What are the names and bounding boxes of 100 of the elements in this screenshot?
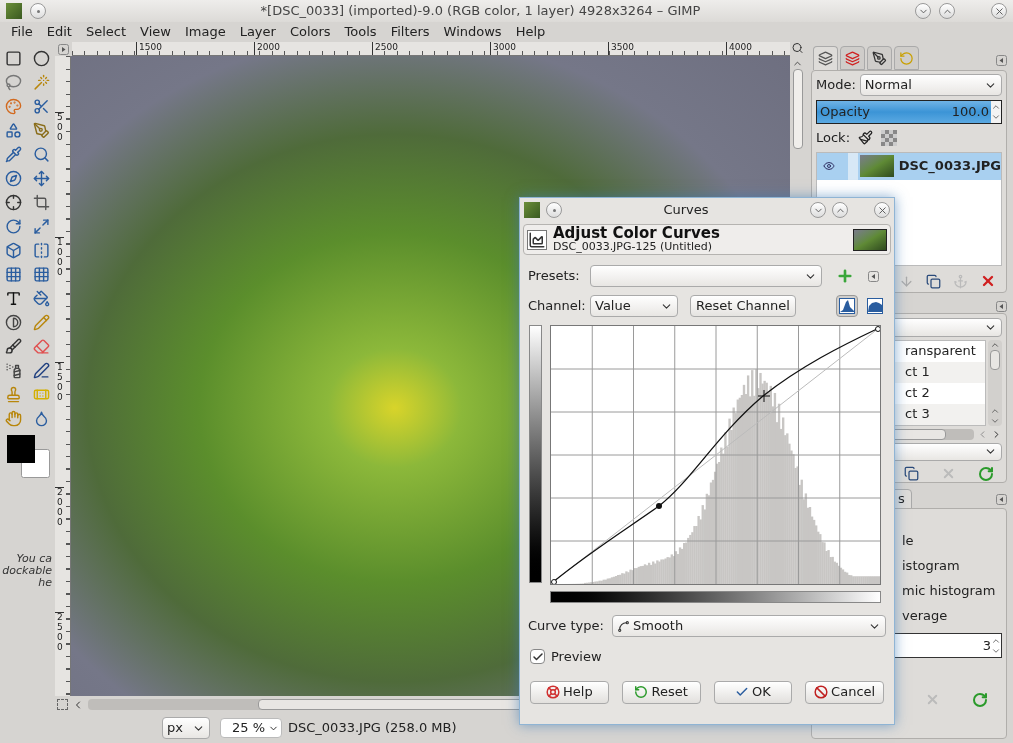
lasso-icon[interactable] (5, 74, 23, 91)
undo-icon (899, 50, 914, 66)
scrollbar-thumb[interactable] (990, 349, 1000, 370)
reset-channel-button[interactable]: Reset Channel (690, 295, 796, 317)
close-button[interactable] (991, 3, 1007, 19)
ruler-label: 3500 (608, 42, 726, 55)
panel-menu-icon[interactable] (996, 494, 1007, 505)
layers-tab[interactable] (813, 46, 838, 70)
decrement-icon[interactable] (991, 112, 1001, 122)
shapes-icon[interactable] (5, 122, 23, 139)
paintbrush-icon[interactable] (858, 130, 874, 146)
circle-select-icon[interactable] (32, 50, 50, 67)
compass-icon[interactable] (5, 170, 23, 187)
option-label: istogram (902, 557, 960, 575)
color-swatches-drawing[interactable] (7, 435, 50, 478)
path-icon (872, 50, 887, 66)
menu-item[interactable]: Colors (289, 22, 331, 42)
hint-text: dockable (2, 565, 52, 577)
refresh-icon[interactable] (978, 466, 994, 482)
channels-tab[interactable] (840, 46, 865, 70)
dialog-heading: Adjust Color Curves (553, 226, 721, 240)
palette-icon[interactable] (5, 98, 23, 115)
box-icon[interactable] (5, 242, 23, 259)
mode-dropdown[interactable]: Normal (859, 74, 1002, 96)
filled-histogram-icon (867, 298, 883, 314)
pen-icon[interactable] (32, 122, 50, 139)
eraser-icon[interactable] (32, 338, 50, 355)
panel-menu-icon[interactable] (996, 55, 1007, 66)
curve-endpoint[interactable] (551, 579, 557, 585)
crop-icon[interactable] (32, 194, 50, 211)
brush-icon[interactable] (5, 338, 23, 355)
duplicate-icon[interactable] (926, 273, 941, 289)
maximize-button[interactable] (939, 3, 955, 19)
unit-dropdown[interactable]: px (162, 717, 210, 739)
menu-item[interactable]: Select (85, 22, 127, 42)
cancel-button[interactable]: Cancel (805, 680, 884, 704)
layer-row[interactable]: DSC_0033.JPG (817, 152, 1001, 180)
navigate-icon[interactable] (57, 699, 68, 710)
channel-dropdown[interactable]: Value (590, 295, 678, 317)
menu-button[interactable] (30, 3, 46, 19)
checkmark-icon (531, 650, 544, 663)
paths-tab[interactable] (867, 46, 892, 70)
text-tool-icon[interactable] (5, 290, 23, 307)
maximize-button[interactable] (832, 202, 848, 218)
curve-type-dropdown[interactable]: Smooth (612, 615, 886, 637)
duplicate-icon[interactable] (904, 466, 919, 481)
panel-menu-icon[interactable] (58, 43, 69, 55)
square-select-icon[interactable] (5, 50, 23, 67)
add-icon[interactable] (836, 267, 854, 285)
panel-menu-icon[interactable] (868, 270, 879, 282)
bucket-icon[interactable] (32, 290, 50, 307)
increment-icon[interactable] (991, 102, 1001, 112)
menu-item[interactable]: Edit (46, 22, 72, 42)
move-icon[interactable] (32, 170, 50, 187)
curve-point[interactable] (656, 503, 662, 509)
ink-pen-icon[interactable] (32, 362, 50, 379)
ok-button[interactable]: OK (713, 680, 793, 704)
preview-checkbox[interactable] (530, 649, 545, 665)
close-button[interactable] (874, 202, 890, 218)
spray-can-icon[interactable] (5, 362, 23, 379)
minimize-button[interactable] (915, 3, 931, 19)
zoom-icon[interactable] (32, 146, 50, 163)
grid-icon[interactable] (5, 266, 23, 283)
curve-endpoint[interactable] (875, 326, 881, 332)
pipette-icon[interactable] (5, 146, 23, 163)
menu-item[interactable]: Tools (344, 22, 377, 42)
presets-dropdown[interactable] (590, 265, 822, 287)
vertical-scrollbar[interactable] (988, 339, 1002, 426)
minimize-button[interactable] (810, 202, 826, 218)
scissors-icon[interactable] (32, 98, 50, 115)
gradient-icon[interactable] (5, 314, 23, 331)
reset-button[interactable]: Reset (621, 680, 701, 704)
zoom-icon[interactable] (790, 42, 805, 54)
delete-icon[interactable] (980, 273, 996, 289)
ruler-label: 2500 (55, 612, 64, 696)
linear-histogram-button[interactable] (836, 295, 858, 317)
refresh-icon[interactable] (972, 692, 988, 708)
visibility-eye-icon[interactable] (823, 160, 835, 172)
scale-icon[interactable] (32, 218, 50, 235)
mesh-icon[interactable] (32, 266, 50, 283)
flip-icon[interactable] (32, 242, 50, 259)
option-label: mic histogram (902, 582, 996, 600)
menu-item[interactable]: Help (515, 22, 546, 42)
curve-type-label: Curve type: (528, 617, 605, 636)
logarithmic-histogram-button[interactable] (864, 295, 886, 317)
dialog-title: Curves (662, 201, 710, 220)
menu-item[interactable]: View (140, 22, 171, 42)
menu-item[interactable]: File (11, 22, 33, 42)
rotate-icon[interactable] (5, 218, 23, 235)
menu-item[interactable]: Layer (239, 22, 276, 42)
menu-item[interactable]: Image (184, 22, 226, 42)
zoom-dropdown[interactable]: 25 % (220, 718, 282, 738)
menu-item[interactable]: Filters (390, 22, 430, 42)
checkerboard-icon[interactable] (881, 129, 898, 146)
help-button[interactable]: Help (530, 680, 609, 704)
panel-menu-icon[interactable] (996, 301, 1007, 312)
menu-button[interactable] (546, 202, 562, 218)
curves-tool-icon (527, 229, 547, 250)
menu-item[interactable]: Windows (443, 22, 502, 42)
crosshair-icon[interactable] (5, 194, 23, 211)
